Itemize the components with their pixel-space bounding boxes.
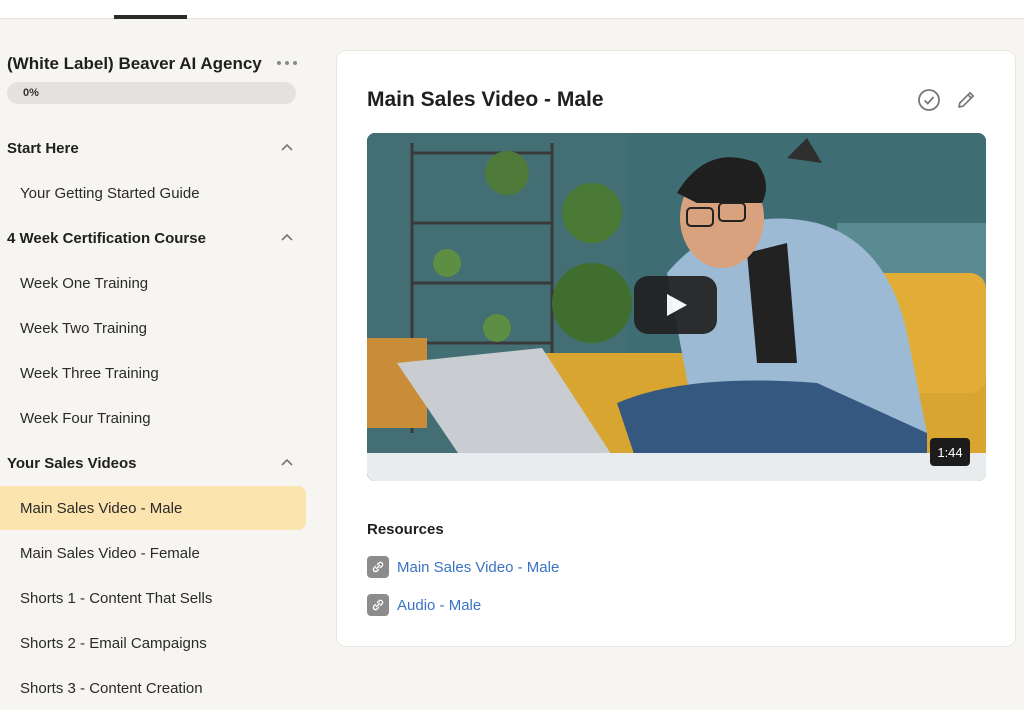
top-tab-bar bbox=[0, 0, 1024, 19]
section-start-here[interactable]: Start Here bbox=[7, 136, 297, 160]
video-duration: 1:44 bbox=[930, 438, 970, 466]
resource-link[interactable]: Audio - Male bbox=[397, 597, 481, 614]
lesson-item[interactable]: Shorts 2 - Email Campaigns bbox=[0, 621, 306, 665]
resource-item[interactable]: Main Sales Video - Male bbox=[367, 556, 559, 578]
lesson-item[interactable]: Shorts 3 - Content Creation bbox=[0, 666, 306, 710]
play-button[interactable] bbox=[634, 276, 717, 334]
resource-item[interactable]: Audio - Male bbox=[367, 594, 481, 616]
course-progress-bar: 0% bbox=[7, 82, 296, 104]
chevron-up-icon[interactable] bbox=[281, 458, 293, 466]
chevron-up-icon[interactable] bbox=[281, 143, 293, 151]
lesson-item[interactable]: Shorts 1 - Content That Sells bbox=[0, 576, 306, 620]
lesson-item[interactable]: Week One Training bbox=[0, 261, 306, 305]
course-title: (White Label) Beaver AI Agency ... bbox=[7, 54, 267, 73]
lesson-item[interactable]: Week Three Training bbox=[0, 351, 306, 395]
resource-link[interactable]: Main Sales Video - Male bbox=[397, 559, 559, 576]
check-circle-icon[interactable] bbox=[917, 88, 941, 112]
pencil-icon[interactable] bbox=[955, 89, 977, 111]
section-label: 4 Week Certification Course bbox=[7, 229, 206, 247]
more-icon[interactable] bbox=[277, 55, 297, 71]
link-icon bbox=[367, 556, 389, 578]
section-label: Start Here bbox=[7, 139, 79, 157]
lesson-item[interactable]: Week Two Training bbox=[0, 306, 306, 350]
video-player[interactable]: 1:44 bbox=[367, 133, 986, 481]
progress-label: 0% bbox=[23, 87, 39, 99]
lesson-item[interactable]: Your Getting Started Guide bbox=[0, 171, 306, 215]
play-icon bbox=[667, 294, 687, 316]
resources-title: Resources bbox=[367, 521, 444, 538]
course-header: (White Label) Beaver AI Agency ... bbox=[7, 52, 297, 76]
section-sales-videos[interactable]: Your Sales Videos bbox=[7, 451, 297, 475]
chevron-up-icon[interactable] bbox=[281, 233, 293, 241]
link-icon bbox=[367, 594, 389, 616]
lesson-content-card: Main Sales Video - Male 1:44 Resources M… bbox=[336, 50, 1016, 647]
lesson-title: Main Sales Video - Male bbox=[367, 88, 604, 111]
section-label: Your Sales Videos bbox=[7, 454, 137, 472]
lesson-item[interactable]: Week Four Training bbox=[0, 396, 306, 440]
section-certification-course[interactable]: 4 Week Certification Course bbox=[7, 226, 297, 250]
course-sidebar: (White Label) Beaver AI Agency ... 0% St… bbox=[0, 19, 316, 709]
lesson-item-active[interactable]: Main Sales Video - Male bbox=[0, 486, 306, 530]
lesson-item[interactable]: Main Sales Video - Female bbox=[0, 531, 306, 575]
